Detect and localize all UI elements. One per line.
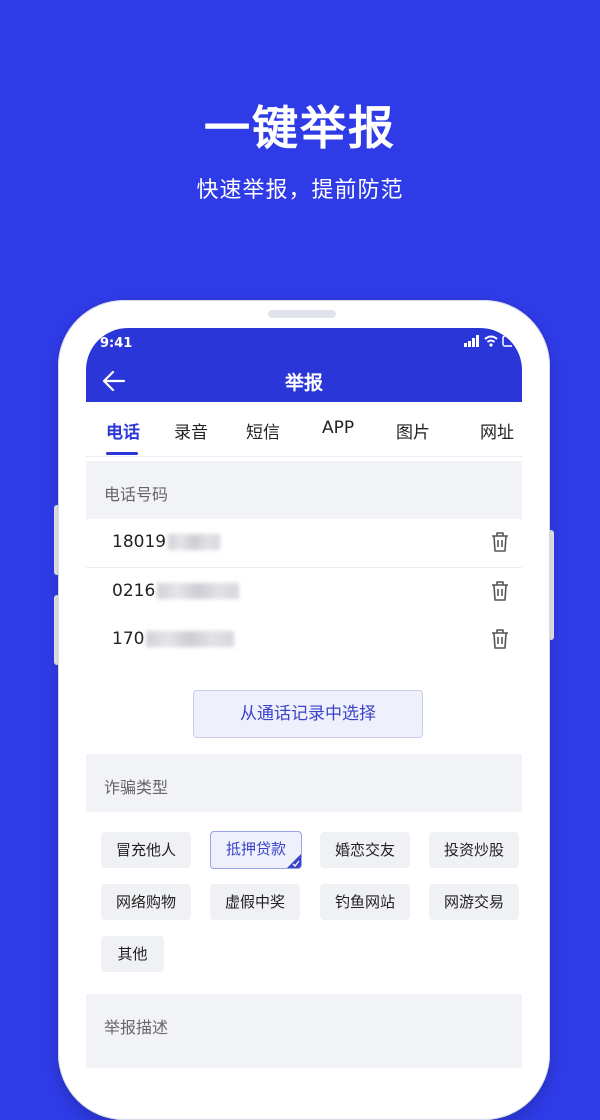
tab-phone[interactable]: 电话 xyxy=(106,418,140,443)
phone-screen: 9:41 举报 电话 录音 短信 APP 图片 网址 电话号码 18019 02… xyxy=(86,328,522,1068)
signal-icon xyxy=(464,335,479,347)
fraud-tag[interactable]: 其他 xyxy=(101,936,164,972)
phone-number-row: 170 xyxy=(86,616,522,665)
tab-url[interactable]: 网址 xyxy=(480,418,514,443)
call-log-select-area: 从通话记录中选择 xyxy=(86,664,522,754)
fraud-tag[interactable]: 虚假中奖 xyxy=(210,884,300,920)
phone-number-section-label: 电话号码 xyxy=(86,461,522,519)
tab-image[interactable]: 图片 xyxy=(396,418,430,443)
active-tab-indicator xyxy=(106,452,138,455)
description-section-label: 举报描述 xyxy=(86,994,522,1068)
nav-bar: 举报 xyxy=(86,358,522,402)
fraud-type-tags: 冒充他人 抵押贷款 婚恋交友 投资炒股 网络购物 虚假中奖 钓鱼网站 网游交易 … xyxy=(86,812,522,994)
trash-icon[interactable] xyxy=(490,580,510,602)
check-icon xyxy=(292,860,300,867)
trash-icon[interactable] xyxy=(490,628,510,650)
redacted-digits xyxy=(146,631,235,647)
fraud-tag[interactable]: 网络购物 xyxy=(101,884,191,920)
battery-icon xyxy=(502,335,512,347)
phone-number-row: 18019 xyxy=(86,519,522,568)
fraud-tag-label: 抵押贷款 xyxy=(225,840,286,858)
phone-speaker xyxy=(268,310,336,318)
status-time: 9:41 xyxy=(100,336,133,351)
category-tabs: 电话 录音 短信 APP 图片 网址 xyxy=(86,402,522,457)
tab-recording[interactable]: 录音 xyxy=(174,418,208,443)
trash-icon[interactable] xyxy=(490,531,510,553)
fraud-tag[interactable]: 网游交易 xyxy=(429,884,519,920)
phone-number-text: 0216 xyxy=(112,581,240,601)
redacted-digits xyxy=(157,583,240,599)
phone-number-row: 0216 xyxy=(86,568,522,617)
fraud-tag-selected[interactable]: 抵押贷款 xyxy=(210,831,302,869)
fraud-tag[interactable]: 冒充他人 xyxy=(101,832,191,868)
page-title: 举报 xyxy=(284,372,323,394)
status-bar: 9:41 xyxy=(86,328,522,358)
fraud-tag[interactable]: 婚恋交友 xyxy=(320,832,410,868)
fraud-tag[interactable]: 投资炒股 xyxy=(429,832,519,868)
wifi-icon xyxy=(484,335,498,347)
tab-app[interactable]: APP xyxy=(322,418,354,438)
status-icons xyxy=(464,335,512,347)
phone-number-text: 18019 xyxy=(112,532,221,552)
hero-subtitle: 快速举报，提前防范 xyxy=(196,178,404,203)
fraud-type-section-label: 诈骗类型 xyxy=(86,754,522,812)
redacted-digits xyxy=(168,534,221,550)
hero-title: 一键举报 xyxy=(204,101,396,155)
select-from-call-log-button[interactable]: 从通话记录中选择 xyxy=(193,690,423,738)
tab-sms[interactable]: 短信 xyxy=(246,418,280,443)
phone-number-text: 170 xyxy=(112,629,235,649)
fraud-tag[interactable]: 钓鱼网站 xyxy=(320,884,410,920)
